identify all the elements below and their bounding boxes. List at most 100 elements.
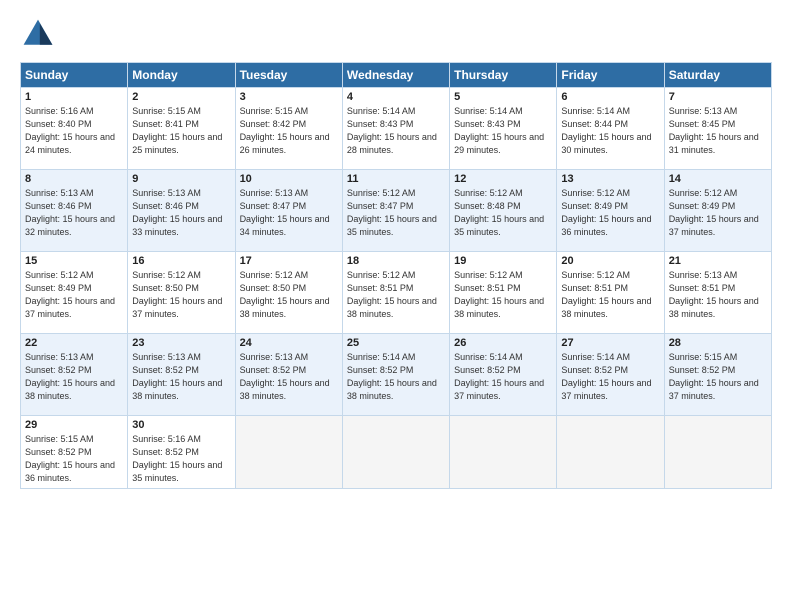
day-cell: 9 Sunrise: 5:13 AMSunset: 8:46 PMDaylight…	[128, 170, 235, 252]
day-info: Sunrise: 5:15 AMSunset: 8:52 PMDaylight:…	[669, 351, 767, 403]
day-cell: 22Sunrise: 5:13 AMSunset: 8:52 PMDayligh…	[21, 334, 128, 416]
day-info: Sunrise: 5:13 AMSunset: 8:47 PMDaylight:…	[240, 187, 338, 239]
day-header-tuesday: Tuesday	[235, 63, 342, 88]
day-header-sunday: Sunday	[21, 63, 128, 88]
day-cell: 28 Sunrise: 5:15 AMSunset: 8:52 PMDayligh…	[664, 334, 771, 416]
day-cell	[450, 416, 557, 489]
day-number: 15	[25, 255, 123, 267]
day-header-thursday: Thursday	[450, 63, 557, 88]
day-info: Sunrise: 5:16 AMSunset: 8:52 PMDaylight:…	[132, 433, 230, 485]
week-row-1: 1 Sunrise: 5:16 AMSunset: 8:40 PMDaylight…	[21, 88, 772, 170]
day-cell: 19 Sunrise: 5:12 AMSunset: 8:51 PMDayligh…	[450, 252, 557, 334]
day-header-friday: Friday	[557, 63, 664, 88]
days-header-row: SundayMondayTuesdayWednesdayThursdayFrid…	[21, 63, 772, 88]
day-number: 20	[561, 255, 659, 267]
day-info: Sunrise: 5:16 AMSunset: 8:40 PMDaylight:…	[25, 105, 123, 157]
day-cell: 7Sunrise: 5:13 AMSunset: 8:45 PMDaylight…	[664, 88, 771, 170]
day-cell	[557, 416, 664, 489]
day-cell: 18Sunrise: 5:12 AMSunset: 8:51 PMDayligh…	[342, 252, 449, 334]
day-info: Sunrise: 5:15 AMSunset: 8:41 PMDaylight:…	[132, 105, 230, 157]
logo	[20, 16, 60, 52]
day-number: 12	[454, 173, 552, 185]
week-row-3: 15Sunrise: 5:12 AMSunset: 8:49 PMDayligh…	[21, 252, 772, 334]
day-cell	[235, 416, 342, 489]
day-info: Sunrise: 5:12 AMSunset: 8:47 PMDaylight:…	[347, 187, 445, 239]
day-number: 14	[669, 173, 767, 185]
day-number: 29	[25, 419, 123, 431]
day-number: 11	[347, 173, 445, 185]
day-cell: 14 Sunrise: 5:12 AMSunset: 8:49 PMDayligh…	[664, 170, 771, 252]
day-info: Sunrise: 5:12 AMSunset: 8:49 PMDaylight:…	[669, 187, 767, 239]
day-header-saturday: Saturday	[664, 63, 771, 88]
day-cell: 30 Sunrise: 5:16 AMSunset: 8:52 PMDayligh…	[128, 416, 235, 489]
day-number: 18	[347, 255, 445, 267]
day-info: Sunrise: 5:13 AMSunset: 8:46 PMDaylight:…	[25, 187, 123, 239]
day-cell: 24 Sunrise: 5:13 AMSunset: 8:52 PMDayligh…	[235, 334, 342, 416]
day-info: Sunrise: 5:14 AMSunset: 8:43 PMDaylight:…	[347, 105, 445, 157]
day-info: Sunrise: 5:13 AMSunset: 8:52 PMDaylight:…	[25, 351, 123, 403]
day-number: 24	[240, 337, 338, 349]
day-number: 17	[240, 255, 338, 267]
day-cell: 8 Sunrise: 5:13 AMSunset: 8:46 PMDaylight…	[21, 170, 128, 252]
day-number: 25	[347, 337, 445, 349]
week-row-2: 8 Sunrise: 5:13 AMSunset: 8:46 PMDaylight…	[21, 170, 772, 252]
day-cell: 17 Sunrise: 5:12 AMSunset: 8:50 PMDayligh…	[235, 252, 342, 334]
day-number: 1	[25, 91, 123, 103]
day-info: Sunrise: 5:15 AMSunset: 8:52 PMDaylight:…	[25, 433, 123, 485]
day-number: 28	[669, 337, 767, 349]
day-cell: 25 Sunrise: 5:14 AMSunset: 8:52 PMDayligh…	[342, 334, 449, 416]
day-number: 2	[132, 91, 230, 103]
day-info: Sunrise: 5:14 AMSunset: 8:44 PMDaylight:…	[561, 105, 659, 157]
day-info: Sunrise: 5:12 AMSunset: 8:50 PMDaylight:…	[132, 269, 230, 321]
day-cell: 27Sunrise: 5:14 AMSunset: 8:52 PMDayligh…	[557, 334, 664, 416]
day-cell: 23 Sunrise: 5:13 AMSunset: 8:52 PMDayligh…	[128, 334, 235, 416]
day-cell: 13Sunrise: 5:12 AMSunset: 8:49 PMDayligh…	[557, 170, 664, 252]
day-cell	[342, 416, 449, 489]
page: SundayMondayTuesdayWednesdayThursdayFrid…	[0, 0, 792, 612]
day-info: Sunrise: 5:14 AMSunset: 8:52 PMDaylight:…	[347, 351, 445, 403]
day-number: 8	[25, 173, 123, 185]
day-info: Sunrise: 5:15 AMSunset: 8:42 PMDaylight:…	[240, 105, 338, 157]
day-cell: 26Sunrise: 5:14 AMSunset: 8:52 PMDayligh…	[450, 334, 557, 416]
day-info: Sunrise: 5:12 AMSunset: 8:51 PMDaylight:…	[454, 269, 552, 321]
day-info: Sunrise: 5:12 AMSunset: 8:51 PMDaylight:…	[561, 269, 659, 321]
day-number: 3	[240, 91, 338, 103]
day-cell: 16Sunrise: 5:12 AMSunset: 8:50 PMDayligh…	[128, 252, 235, 334]
day-info: Sunrise: 5:12 AMSunset: 8:49 PMDaylight:…	[561, 187, 659, 239]
day-number: 4	[347, 91, 445, 103]
day-info: Sunrise: 5:12 AMSunset: 8:48 PMDaylight:…	[454, 187, 552, 239]
day-number: 30	[132, 419, 230, 431]
day-cell: 5 Sunrise: 5:14 AMSunset: 8:43 PMDaylight…	[450, 88, 557, 170]
day-info: Sunrise: 5:14 AMSunset: 8:52 PMDaylight:…	[561, 351, 659, 403]
day-cell: 21 Sunrise: 5:13 AMSunset: 8:51 PMDayligh…	[664, 252, 771, 334]
day-number: 23	[132, 337, 230, 349]
day-info: Sunrise: 5:13 AMSunset: 8:51 PMDaylight:…	[669, 269, 767, 321]
day-info: Sunrise: 5:13 AMSunset: 8:46 PMDaylight:…	[132, 187, 230, 239]
day-info: Sunrise: 5:14 AMSunset: 8:52 PMDaylight:…	[454, 351, 552, 403]
day-info: Sunrise: 5:13 AMSunset: 8:45 PMDaylight:…	[669, 105, 767, 157]
day-number: 6	[561, 91, 659, 103]
day-cell: 4 Sunrise: 5:14 AMSunset: 8:43 PMDaylight…	[342, 88, 449, 170]
day-cell: 2 Sunrise: 5:15 AMSunset: 8:41 PMDaylight…	[128, 88, 235, 170]
week-row-5: 29 Sunrise: 5:15 AMSunset: 8:52 PMDayligh…	[21, 416, 772, 489]
day-cell: 20 Sunrise: 5:12 AMSunset: 8:51 PMDayligh…	[557, 252, 664, 334]
day-number: 21	[669, 255, 767, 267]
day-number: 5	[454, 91, 552, 103]
header	[20, 16, 772, 52]
day-cell: 29 Sunrise: 5:15 AMSunset: 8:52 PMDayligh…	[21, 416, 128, 489]
day-info: Sunrise: 5:13 AMSunset: 8:52 PMDaylight:…	[132, 351, 230, 403]
day-number: 19	[454, 255, 552, 267]
day-cell: 10 Sunrise: 5:13 AMSunset: 8:47 PMDayligh…	[235, 170, 342, 252]
day-info: Sunrise: 5:14 AMSunset: 8:43 PMDaylight:…	[454, 105, 552, 157]
day-info: Sunrise: 5:12 AMSunset: 8:50 PMDaylight:…	[240, 269, 338, 321]
week-row-4: 22Sunrise: 5:13 AMSunset: 8:52 PMDayligh…	[21, 334, 772, 416]
day-number: 10	[240, 173, 338, 185]
day-header-wednesday: Wednesday	[342, 63, 449, 88]
day-number: 9	[132, 173, 230, 185]
day-cell	[664, 416, 771, 489]
day-info: Sunrise: 5:13 AMSunset: 8:52 PMDaylight:…	[240, 351, 338, 403]
logo-icon	[20, 16, 56, 52]
day-header-monday: Monday	[128, 63, 235, 88]
day-cell: 6 Sunrise: 5:14 AMSunset: 8:44 PMDaylight…	[557, 88, 664, 170]
day-cell: 3 Sunrise: 5:15 AMSunset: 8:42 PMDaylight…	[235, 88, 342, 170]
